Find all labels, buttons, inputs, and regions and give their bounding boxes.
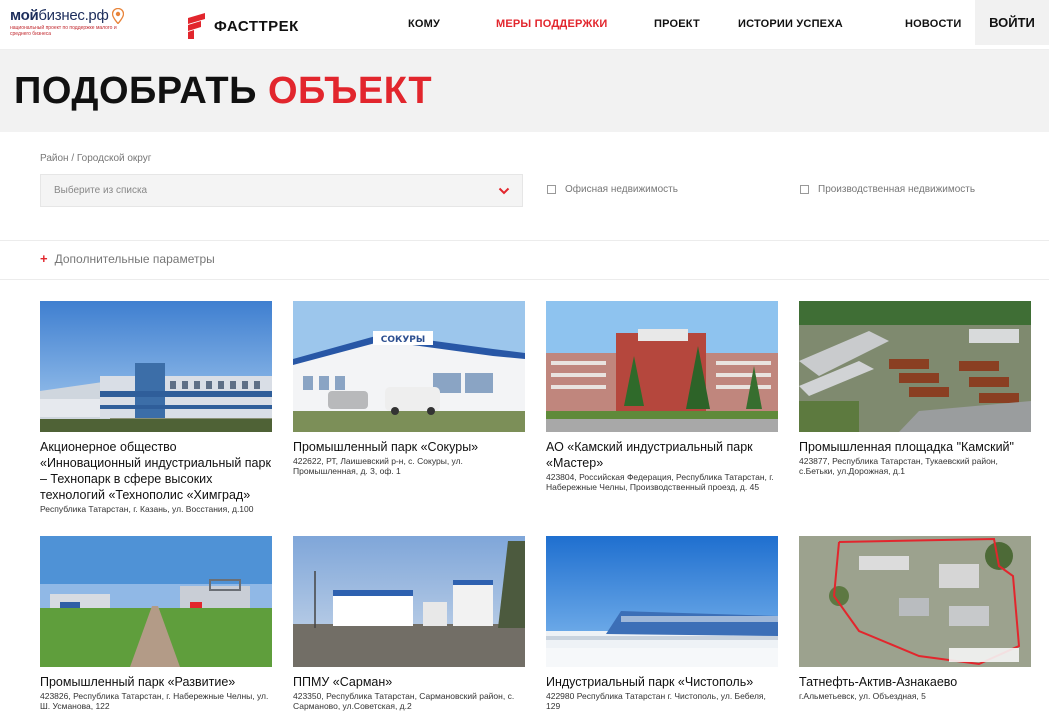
object-card-title[interactable]: Промышленный парк «Сокуры» <box>293 439 525 455</box>
object-card-title[interactable]: Индустриальный парк «Чистополь» <box>546 674 778 690</box>
object-card-kamsky[interactable]: Промышленная площадка "Камский" 423877, … <box>799 301 1031 476</box>
main-nav: КОМУ МЕРЫ ПОДДЕРЖКИ ПРОЕКТ ИСТОРИИ УСПЕХ… <box>0 0 1049 50</box>
divider <box>0 240 1049 241</box>
object-photo <box>40 536 272 667</box>
checkbox-square[interactable] <box>800 185 809 194</box>
site-header: мой бизнес.рф национальный проект по подд… <box>0 0 1049 50</box>
object-card-chistopol[interactable]: Индустриальный парк «Чистополь» 422980 Р… <box>546 536 778 711</box>
object-card-khimgrad[interactable]: Акционерное общество «Инновационный инду… <box>40 301 272 514</box>
extra-params-toggle[interactable]: + Дополнительные параметры <box>40 251 215 266</box>
object-photo <box>293 536 525 667</box>
object-card-title[interactable]: АО «Камский индустриальный парк «Мастер» <box>546 439 778 471</box>
checkbox-square[interactable] <box>547 185 556 194</box>
object-card-aznakaevo[interactable]: Татнефть-Актив-Азнакаево г.Альметьевск, … <box>799 536 1031 701</box>
object-card-address: 423350, Республика Татарстан, Сармановск… <box>293 691 515 711</box>
object-photo <box>546 536 778 667</box>
office-checkbox-label: Офисная недвижимость <box>565 184 678 195</box>
login-button[interactable]: ВОЙТИ <box>975 0 1049 45</box>
object-card-title[interactable]: Татнефть-Актив-Азнакаево <box>799 674 1031 690</box>
page-title-part: ПОДОБРАТЬ <box>14 70 268 112</box>
chevron-down-icon <box>498 187 510 195</box>
object-card-address: 423826, Республика Татарстан, г. Набереж… <box>40 691 269 711</box>
object-card-sarman[interactable]: ППМУ «Сарман» 423350, Республика Татарст… <box>293 536 525 711</box>
object-card-razvitie[interactable]: Промышленный парк «Развитие» 423826, Рес… <box>40 536 272 711</box>
object-card-title[interactable]: Акционерное общество «Инновационный инду… <box>40 439 272 503</box>
nav-item-whom[interactable]: КОМУ <box>408 18 440 30</box>
nav-item-project[interactable]: ПРОЕКТ <box>654 18 700 30</box>
object-card-address: 422622, РТ, Лаишевский р-н, с. Сокуры, у… <box>293 456 463 476</box>
plus-icon: + <box>40 251 48 266</box>
object-photo: СОКУРЫ <box>293 301 525 432</box>
object-photo <box>40 301 272 432</box>
object-card-sokury[interactable]: СОКУРЫ Промышленный парк «Сокуры» 422622… <box>293 301 525 476</box>
object-card-address: г.Альметьевск, ул. Объездная, 5 <box>799 691 926 701</box>
district-select[interactable]: Выберите из списка <box>40 174 523 207</box>
object-photo <box>799 536 1031 667</box>
object-card-address: 423877, Республика Татарстан, Тукаевский… <box>799 456 998 476</box>
page-title: ПОДОБРАТЬ ОБЪЕКТ <box>14 70 432 112</box>
sokury-sign: СОКУРЫ <box>381 335 425 345</box>
district-select-placeholder: Выберите из списка <box>54 185 148 196</box>
object-card-title[interactable]: Промышленная площадка "Камский" <box>799 439 1031 455</box>
object-card-master[interactable]: АО «Камский индустриальный парк «Мастер»… <box>546 301 778 492</box>
object-card-title[interactable]: ППМУ «Сарман» <box>293 674 525 690</box>
nav-item-news[interactable]: НОВОСТИ <box>905 18 961 30</box>
nav-item-success-stories[interactable]: ИСТОРИИ УСПЕХА <box>738 18 843 30</box>
object-card-address: Республика Татарстан, г. Казань, ул. Вос… <box>40 504 254 514</box>
object-photo <box>799 301 1031 432</box>
object-card-address: 422980 Республика Татарстан г. Чистополь… <box>546 691 766 711</box>
production-checkbox[interactable]: Производственная недвижимость <box>800 184 975 195</box>
object-card-title[interactable]: Промышленный парк «Развитие» <box>40 674 272 690</box>
extra-params-label: Дополнительные параметры <box>54 251 215 266</box>
object-photo <box>546 301 778 432</box>
page-title-accent: ОБЪЕКТ <box>267 70 433 112</box>
divider <box>0 279 1049 280</box>
district-label: Район / Городской округ <box>40 153 152 164</box>
title-band: ПОДОБРАТЬ ОБЪЕКТ <box>0 50 1049 132</box>
object-card-address: 423804, Российская Федерация, Республика… <box>546 472 774 492</box>
office-checkbox[interactable]: Офисная недвижимость <box>547 184 678 195</box>
nav-item-support[interactable]: МЕРЫ ПОДДЕРЖКИ <box>496 18 608 30</box>
production-checkbox-label: Производственная недвижимость <box>818 184 976 195</box>
